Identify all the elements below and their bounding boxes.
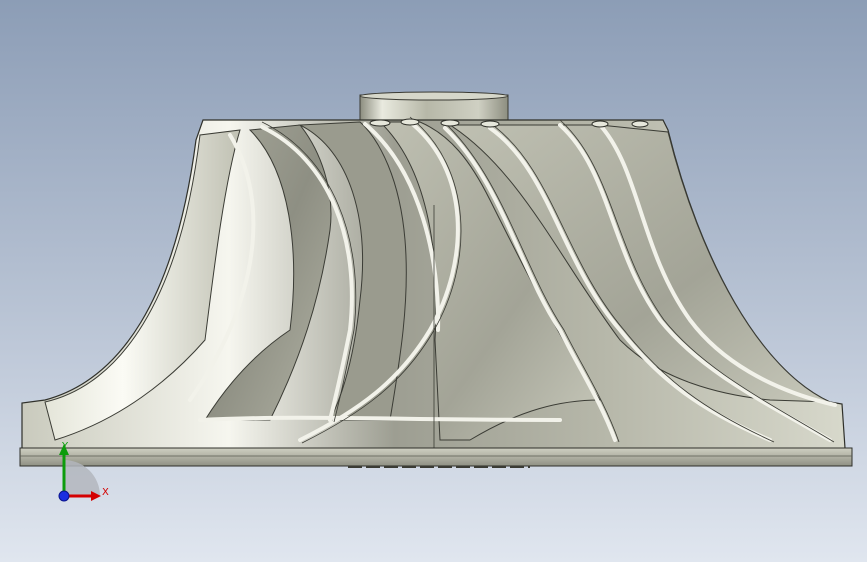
z-axis-dot: [58, 490, 70, 502]
base-plate: [19, 447, 853, 468]
impeller-model-view: [0, 0, 867, 562]
graphics-viewport[interactable]: X Y: [0, 0, 867, 562]
x-axis-label: X: [102, 487, 109, 498]
y-axis-label: Y: [62, 441, 69, 452]
